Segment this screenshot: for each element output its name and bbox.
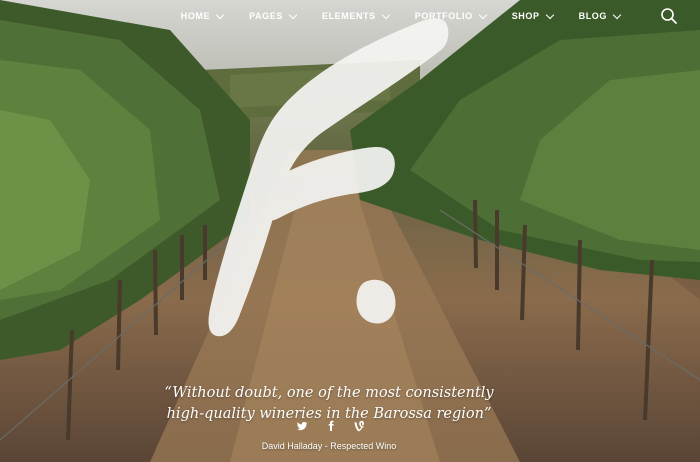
hero-section: HOME PAGES ELEMENTS PORTFOLIO SHOP BLOG bbox=[0, 0, 700, 462]
facebook-icon[interactable] bbox=[325, 420, 337, 432]
twitter-icon[interactable] bbox=[296, 420, 308, 432]
social-links bbox=[296, 420, 366, 432]
nav-item-shop[interactable]: SHOP bbox=[511, 10, 554, 21]
nav-item-label: SHOP bbox=[511, 11, 540, 21]
search-button[interactable] bbox=[660, 7, 678, 25]
chevron-down-icon bbox=[545, 10, 554, 19]
testimonial-author: David Halladay - Respected Wino bbox=[261, 441, 397, 451]
quote-line-1: “Without doubt, one of the most consiste… bbox=[164, 385, 494, 401]
testimonial-quote: “Without doubt, one of the most consiste… bbox=[0, 383, 658, 425]
search-icon bbox=[661, 8, 677, 24]
chevron-down-icon bbox=[478, 10, 487, 19]
nav-item-label: BLOG bbox=[578, 11, 607, 21]
nav-item-blog[interactable]: BLOG bbox=[578, 10, 622, 21]
vine-icon[interactable] bbox=[354, 420, 366, 432]
brand-logo[interactable] bbox=[205, 14, 455, 344]
chevron-down-icon bbox=[612, 10, 622, 19]
